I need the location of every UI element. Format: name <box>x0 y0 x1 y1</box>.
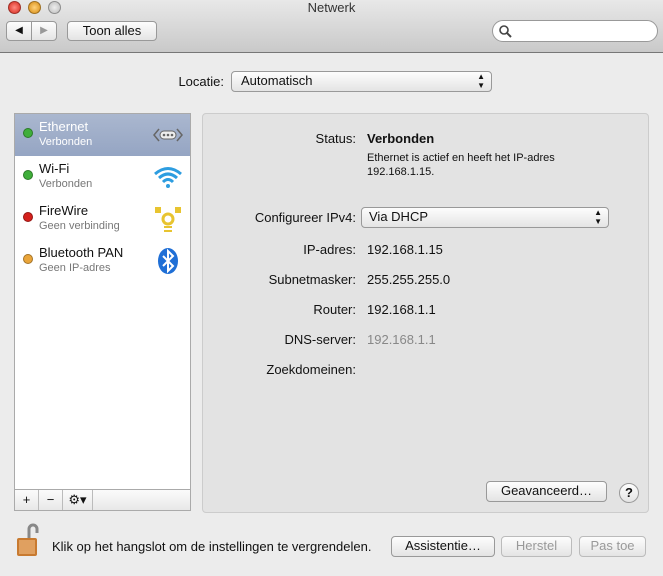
dns-server-value: 192.168.1.1 <box>367 332 436 347</box>
search-input[interactable] <box>492 20 658 42</box>
status-dot <box>23 212 33 222</box>
status-description-ip: 192.168.1.15. <box>367 166 435 178</box>
subnet-mask-value: 255.255.255.0 <box>367 272 451 287</box>
service-status: Verbonden <box>39 136 93 148</box>
router-label: Router: <box>313 302 356 317</box>
service-name: Wi-Fi <box>39 161 70 176</box>
search-icon <box>499 25 512 38</box>
lock-hint-text: Klik op het hangslot om de instellingen … <box>52 539 372 554</box>
subnet-mask-label: Subnetmasker: <box>268 272 356 287</box>
unlocked-padlock-icon[interactable] <box>15 523 43 557</box>
advanced-button[interactable]: Geavanceerd… <box>486 481 607 502</box>
gear-menu-button[interactable]: ⚙▾ <box>63 490 93 510</box>
ip-address-value: 192.168.1.15 <box>367 242 443 257</box>
location-select[interactable]: Automatisch ▲ ▼ <box>231 71 492 92</box>
service-item-wifi[interactable]: Wi-Fi Verbonden <box>15 156 190 198</box>
help-button[interactable]: ? <box>619 483 639 503</box>
status-value: Verbonden <box>367 131 435 146</box>
stepper-arrows-icon: ▲ ▼ <box>477 72 485 90</box>
revert-button[interactable]: Herstel <box>501 536 572 557</box>
ip-address-label: IP-adres: <box>303 242 356 257</box>
title-bar: Netwerk ◀ ▶ Toon alles <box>0 0 663 53</box>
status-dot <box>23 170 33 180</box>
service-status: Verbonden <box>39 178 93 190</box>
configure-ipv4-select[interactable]: Via DHCP ▲ ▼ <box>361 207 609 228</box>
location-value: Automatisch <box>241 73 313 88</box>
wifi-icon <box>154 167 182 188</box>
assistant-button[interactable]: Assistentie… <box>391 536 495 557</box>
status-description: Ethernet is actief en heeft het IP-adres <box>367 152 555 164</box>
status-label: Status: <box>315 131 356 146</box>
dns-server-label: DNS-server: <box>284 332 356 347</box>
forward-button[interactable]: ▶ <box>31 21 57 41</box>
service-name: Bluetooth PAN <box>39 245 124 260</box>
remove-service-button[interactable]: − <box>39 490 63 510</box>
service-name: Ethernet <box>39 119 89 134</box>
back-button[interactable]: ◀ <box>6 21 32 41</box>
search-domains-label: Zoekdomeinen: <box>266 362 356 377</box>
gear-icon: ⚙▾ <box>68 492 87 507</box>
status-dot <box>23 254 33 264</box>
show-all-button[interactable]: Toon alles <box>67 21 157 41</box>
window-title: Netwerk <box>307 0 356 15</box>
service-name: FireWire <box>39 203 89 218</box>
configure-ipv4-label: Configureer IPv4: <box>254 210 356 225</box>
stepper-arrows-icon: ▲ ▼ <box>594 208 602 226</box>
router-value: 192.168.1.1 <box>367 302 436 317</box>
configure-ipv4-value: Via DHCP <box>369 209 429 224</box>
status-dot <box>23 128 33 138</box>
location-label: Locatie: <box>178 74 224 89</box>
add-service-button[interactable]: + <box>15 490 39 510</box>
service-status: Geen verbinding <box>39 220 120 232</box>
service-list-toolbar: + − ⚙▾ <box>15 489 190 510</box>
service-status: Geen IP-adres <box>39 262 111 274</box>
apply-button[interactable]: Pas toe <box>579 536 646 557</box>
